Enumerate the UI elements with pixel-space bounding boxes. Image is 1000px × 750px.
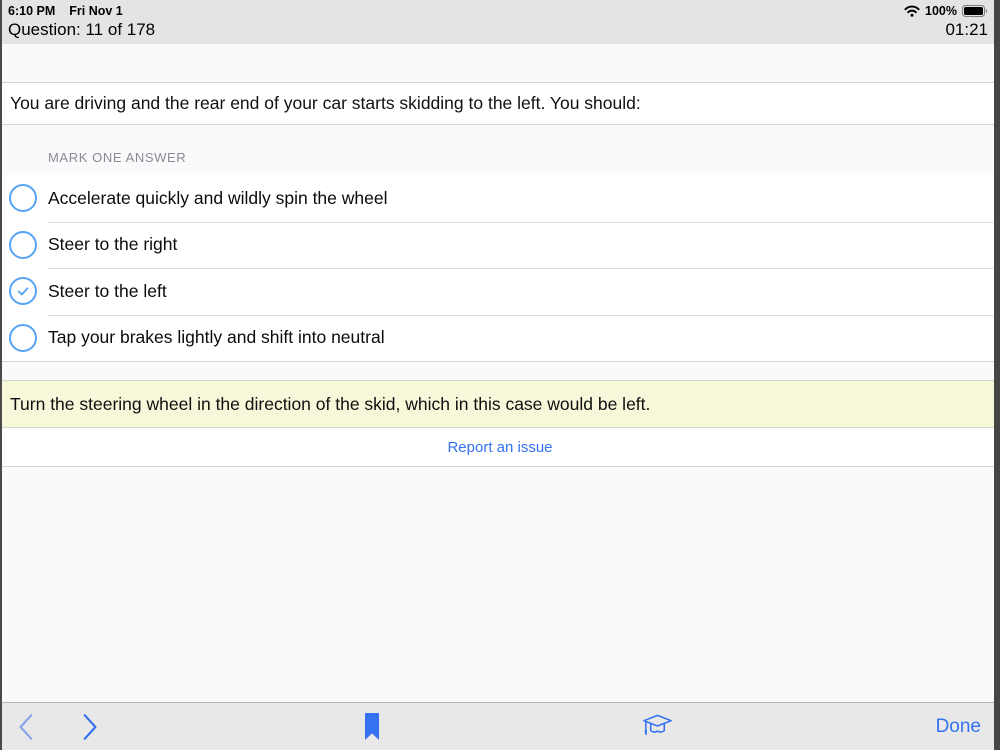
question-text: You are driving and the rear end of your…: [10, 93, 641, 114]
done-button[interactable]: Done: [936, 703, 981, 750]
status-time: 6:10 PM: [8, 4, 55, 18]
spacer: [0, 44, 1000, 82]
empty-area: [0, 467, 1000, 702]
spacer: [0, 362, 1000, 380]
explanation-banner: Turn the steering wheel in the direction…: [0, 380, 1000, 428]
radio-circle-icon: [9, 324, 37, 352]
answer-label: Steer to the left: [48, 281, 167, 302]
answer-option[interactable]: Steer to the left: [0, 268, 1000, 315]
study-mode-button[interactable]: [641, 703, 674, 750]
radio-circle-icon: [9, 231, 37, 259]
radio-circle-icon: [9, 184, 37, 212]
next-question-button[interactable]: [76, 703, 102, 750]
answers-list: Accelerate quickly and wildly spin the w…: [0, 175, 1000, 362]
graduation-cap-icon: [641, 710, 674, 744]
app-screen: 6:10 PM Fri Nov 1 100% Questi: [0, 0, 1000, 750]
question-counter: Question: 11 of 178: [8, 20, 155, 40]
question-row: You are driving and the rear end of your…: [0, 82, 1000, 125]
answer-label: Tap your brakes lightly and shift into n…: [48, 327, 385, 348]
mark-one-answer-label: MARK ONE ANSWER: [48, 150, 186, 165]
report-issue-link[interactable]: Report an issue: [447, 439, 552, 456]
bookmark-icon: [365, 713, 379, 740]
answers-section-header: MARK ONE ANSWER: [0, 125, 1000, 175]
status-date: Fri Nov 1: [69, 4, 123, 18]
quiz-header: Question: 11 of 178 01:21: [0, 20, 1000, 44]
bookmark-button[interactable]: [365, 703, 379, 750]
answer-option[interactable]: Accelerate quickly and wildly spin the w…: [0, 175, 1000, 222]
wifi-icon: [904, 5, 920, 17]
screen-edge-right: [994, 0, 1000, 750]
answer-option[interactable]: Tap your brakes lightly and shift into n…: [0, 315, 1000, 362]
bottom-toolbar: Done: [0, 702, 1000, 750]
screen-edge-left: [0, 0, 2, 750]
timer: 01:21: [945, 20, 988, 40]
previous-question-button[interactable]: [14, 703, 40, 750]
answer-option[interactable]: Steer to the right: [0, 222, 1000, 269]
answer-label: Steer to the right: [48, 234, 177, 255]
status-bar: 6:10 PM Fri Nov 1 100%: [0, 0, 1000, 20]
report-row: Report an issue: [0, 428, 1000, 467]
forward-chevron-icon: [76, 712, 102, 742]
back-chevron-icon: [14, 712, 40, 742]
explanation-text: Turn the steering wheel in the direction…: [10, 394, 650, 415]
battery-percent: 100%: [925, 4, 957, 18]
radio-circle-icon: [9, 277, 37, 305]
answer-label: Accelerate quickly and wildly spin the w…: [48, 188, 387, 209]
checkmark-icon: [13, 281, 33, 301]
battery-icon: [962, 5, 988, 17]
